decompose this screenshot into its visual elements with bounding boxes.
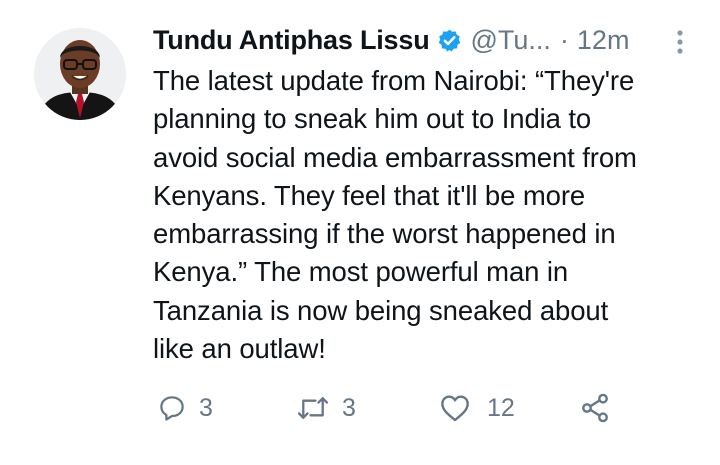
display-name[interactable]: Tundu Antiphas Lissu (153, 25, 430, 56)
profile-photo-icon (34, 28, 126, 120)
avatar[interactable] (34, 28, 126, 120)
tweet-header: Tundu Antiphas Lissu @Tu... · 12m (153, 22, 629, 58)
tweet-text-line: Tanzania is now being sneaked about (153, 294, 609, 326)
retweet-button[interactable]: 3 (296, 388, 356, 428)
share-button[interactable] (579, 388, 611, 428)
tweet-text-line: The latest update from Nairobi: “They're (153, 65, 635, 96)
more-options-icon[interactable] (672, 28, 688, 56)
tweet-text-line: embarrassing if the worst happened in (153, 218, 616, 250)
tweet-text-line: avoid social media embarrassment from (153, 141, 637, 173)
tweet-text-line: Kenyans. They feel that it'll be more (153, 179, 586, 211)
retweet-count: 3 (342, 393, 356, 422)
timestamp[interactable]: 12m (577, 25, 630, 56)
reply-button[interactable]: 3 (157, 388, 213, 428)
tweet-text: The latest update from Nairobi: “They're… (153, 62, 713, 368)
like-count: 12 (487, 393, 515, 422)
reply-count: 3 (199, 393, 213, 422)
tweet-text-line: planning to sneak him out to India to (153, 103, 592, 135)
tweet-text-line: like an outlaw! (153, 333, 326, 365)
header-separator: · (559, 24, 569, 55)
tweet-actions: 3 3 12 (0, 388, 720, 428)
tweet[interactable]: Tundu Antiphas Lissu @Tu... · 12m The la… (0, 0, 720, 465)
tweet-text-line: Kenya.” The most powerful man in (153, 256, 569, 288)
reply-icon (160, 396, 184, 421)
like-button[interactable]: 12 (439, 388, 515, 428)
verified-badge-icon (437, 28, 462, 53)
share-icon (582, 393, 608, 423)
heart-icon (441, 395, 469, 422)
user-handle[interactable]: @Tu... (470, 25, 550, 56)
retweet-icon (297, 397, 329, 419)
